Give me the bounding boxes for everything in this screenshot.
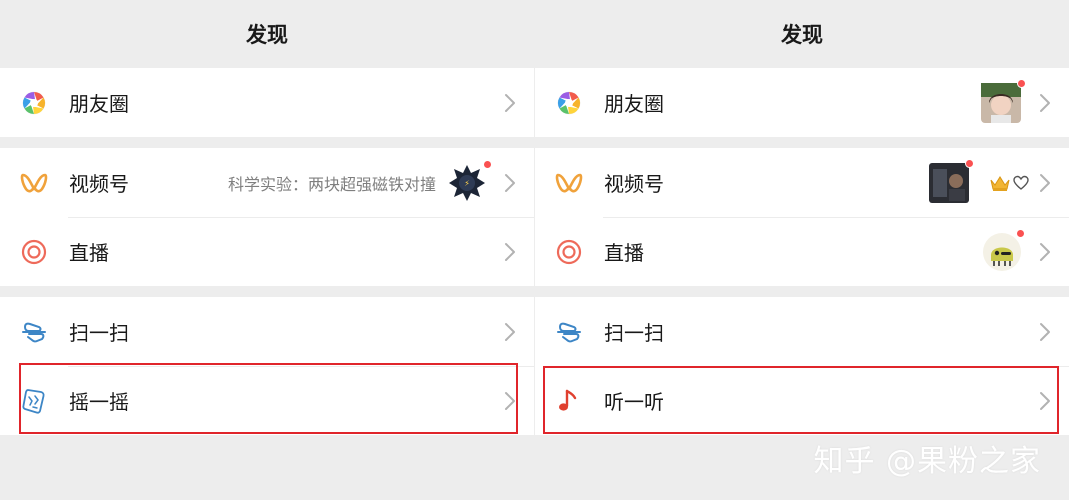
watermark: 知乎 @果粉之家 [813, 444, 1041, 479]
notification-dot [1017, 78, 1026, 88]
moments-avatar-thumbnail [981, 78, 1026, 123]
menu-item-channels[interactable]: 视频号 [535, 148, 1069, 217]
scan-icon [20, 318, 48, 346]
menu-item-live[interactable]: 直播 [0, 217, 534, 286]
chevron-right-icon [1037, 172, 1053, 194]
chevron-right-icon [1037, 321, 1053, 343]
chevron-right-icon [1037, 390, 1053, 412]
chevron-right-icon [1037, 241, 1053, 263]
music-note-icon [555, 387, 583, 415]
heart-outline-icon [1013, 175, 1029, 191]
menu-item-channels[interactable]: 视频号 科学实验：两块超强磁铁对撞 ⚡ [0, 148, 534, 217]
group-channels-live: 视频号 科学实验：两块超强磁铁对撞 ⚡ 直播 [0, 148, 534, 286]
channels-icon [555, 169, 583, 197]
chevron-right-icon [502, 321, 518, 343]
shake-icon [20, 387, 48, 415]
group-scan-shake: 扫一扫 摇一摇 [0, 297, 534, 435]
menu-item-label: 视频号 [69, 172, 129, 196]
moments-aperture-icon [20, 89, 48, 117]
group-moments: 朋友圈 [0, 68, 534, 137]
chevron-right-icon [502, 92, 518, 114]
notification-dot [1016, 228, 1025, 238]
menu-item-shake[interactable]: 摇一摇 [0, 366, 534, 435]
live-icon [555, 238, 583, 266]
chevron-right-icon [1037, 92, 1053, 114]
menu-item-label: 直播 [69, 241, 109, 265]
channels-preview-text: 科学实验：两块超强磁铁对撞 [227, 174, 436, 194]
notification-dot [483, 159, 492, 169]
notification-dot [965, 158, 974, 168]
live-icon [20, 238, 48, 266]
menu-item-label: 直播 [604, 241, 644, 265]
page-title: 发现 [246, 23, 288, 47]
right-discover-panel: 发现 朋友圈 视频号 直播 扫一扫 听一听 [535, 0, 1069, 500]
menu-item-scan[interactable]: 扫一扫 [535, 297, 1069, 366]
chevron-right-icon [502, 241, 518, 263]
group-moments: 朋友圈 [535, 68, 1069, 137]
menu-item-listen[interactable]: 听一听 [535, 366, 1069, 435]
menu-item-moments[interactable]: 朋友圈 [535, 68, 1069, 137]
channels-preview-thumbnail [929, 158, 974, 203]
menu-item-label: 扫一扫 [604, 321, 664, 345]
menu-item-label: 扫一扫 [69, 321, 129, 345]
crown-icon [989, 174, 1011, 192]
group-channels-live: 视频号 直播 [535, 148, 1069, 286]
menu-item-live[interactable]: 直播 [535, 217, 1069, 286]
menu-item-label: 听一听 [604, 390, 664, 414]
left-discover-panel: 发现 朋友圈 视频号 科学实验：两块超强磁铁对撞 ⚡ 直播 扫一扫 摇一摇 [0, 0, 534, 500]
moments-aperture-icon [555, 89, 583, 117]
channels-preview-thumbnail: ⚡ [448, 159, 492, 202]
svg-text:⚡: ⚡ [464, 179, 470, 188]
menu-item-label: 朋友圈 [69, 92, 129, 116]
menu-item-scan[interactable]: 扫一扫 [0, 297, 534, 366]
page-title: 发现 [781, 23, 823, 47]
scan-icon [555, 318, 583, 346]
chevron-right-icon [502, 172, 518, 194]
live-avatar-thumbnail [983, 228, 1025, 271]
menu-item-moments[interactable]: 朋友圈 [0, 68, 534, 137]
menu-item-label: 摇一摇 [69, 390, 129, 414]
menu-item-label: 视频号 [604, 172, 664, 196]
group-scan-listen: 扫一扫 听一听 [535, 297, 1069, 435]
channels-icon [20, 169, 48, 197]
menu-item-label: 朋友圈 [604, 92, 664, 116]
chevron-right-icon [502, 390, 518, 412]
